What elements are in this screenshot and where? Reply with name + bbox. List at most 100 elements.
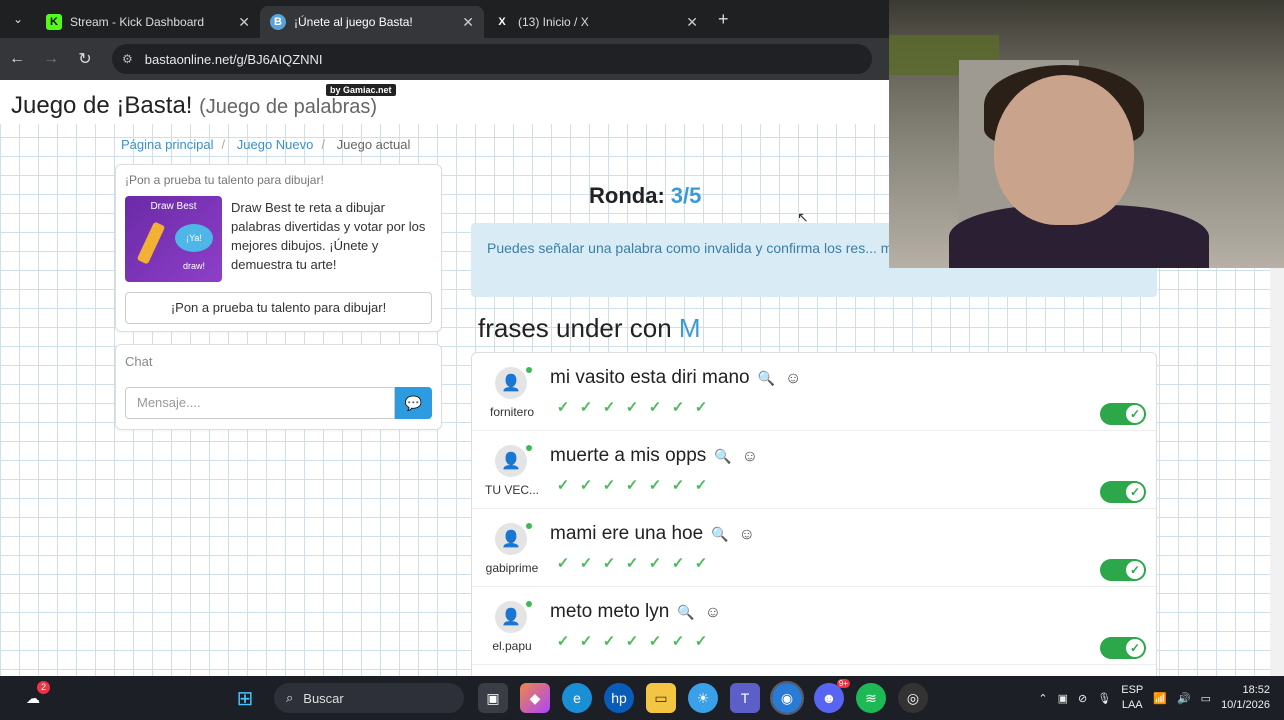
promo-heading: ¡Pon a prueba tu talento para dibujar! <box>125 173 324 187</box>
search-label: Buscar <box>303 690 344 706</box>
taskbar: ☁ 2 ⊞ ⌕ Buscar ▣ ◆ e hp ▭ ☀ T ◉ ☻ 9+ ≋ ◎ ⌃ … <box>0 676 1284 720</box>
search-icon: ⌕ <box>286 690 294 705</box>
add-reaction-icon[interactable]: ☺ <box>739 526 755 543</box>
add-reaction-icon[interactable]: ☺ <box>705 604 721 621</box>
valid-toggle[interactable]: ✓ <box>1100 481 1146 503</box>
check-icon: ✓ <box>671 477 685 494</box>
tab-x[interactable]: X (13) Inicio / X ✕ <box>484 6 708 38</box>
close-tab-icon[interactable]: ✕ <box>462 14 474 31</box>
send-message-button[interactable]: 💬 <box>395 387 432 419</box>
reload-icon[interactable]: ↻ <box>68 49 102 69</box>
answer-phrase: meto meto lyn 🔍 ☺ <box>550 601 721 623</box>
check-icon: ✓ <box>579 399 593 416</box>
obs-icon[interactable]: ◎ <box>898 683 928 713</box>
search-icon[interactable]: 🔍 <box>758 370 775 386</box>
weather-app-icon[interactable]: ☀ <box>688 683 718 713</box>
promo-panel: ¡Pon a prueba tu talento para dibujar! D… <box>115 164 442 332</box>
username: el.papu <box>492 639 532 653</box>
tab-basta[interactable]: B ¡Únete al juego Basta! ✕ <box>260 6 484 38</box>
check-icon: ✓ <box>625 555 639 572</box>
forward-icon[interactable]: → <box>34 50 68 68</box>
chevron-up-icon[interactable]: ⌃ <box>1038 692 1047 705</box>
username: fornitero <box>489 405 535 419</box>
chat-panel: Chat Mensaje.... 💬 <box>115 344 442 430</box>
check-icon: ✓ <box>556 555 570 572</box>
user-avatar-icon: 👤 <box>495 601 527 633</box>
check-icon: ✓ <box>648 477 662 494</box>
search-icon[interactable]: 🔍 <box>677 604 694 620</box>
breadcrumb-new-game[interactable]: Juego Nuevo <box>237 137 314 152</box>
discord-icon[interactable]: ☻ 9+ <box>814 679 850 713</box>
file-explorer-icon[interactable]: ▭ <box>646 683 676 713</box>
promo-image-title: Draw Best <box>150 201 197 212</box>
list-item: 👤 TU VEC... muerte a mis opps 🔍 ☺ ✓ ✓ ✓ ✓ ✓ ✓ ✓ … <box>472 431 1156 509</box>
clock-time: 18:52 <box>1242 684 1270 696</box>
clock[interactable]: 18:52 10/1/2026 <box>1221 683 1270 713</box>
wifi-icon[interactable]: 📶 <box>1153 692 1167 705</box>
vote-checks: ✓ ✓ ✓ ✓ ✓ ✓ ✓ <box>554 633 710 651</box>
check-icon: ✓ <box>1126 561 1144 579</box>
microphone-icon[interactable]: 🎙 <box>1097 692 1111 705</box>
tray-eye-icon[interactable]: ⊘ <box>1078 692 1087 705</box>
close-tab-icon[interactable]: ✕ <box>238 14 250 31</box>
url-field[interactable]: ⚙ bastaonline.net/g/BJ6AIQZNNI <box>112 44 872 74</box>
phrase-text: mami ere una hoe <box>550 523 704 544</box>
category-text: frases under con <box>478 313 672 343</box>
search-icon[interactable]: 🔍 <box>711 526 728 542</box>
tab-search-icon[interactable]: ⌄ <box>0 0 36 38</box>
user-avatar-icon: 👤 <box>495 445 527 477</box>
system-tray: ⌃ ▣ ⊘ 🎙 ESP LAA 📶 🔊 ▭ 18:52 10/1/2026 <box>1038 676 1270 720</box>
spotify-icon[interactable]: ≋ <box>856 683 886 713</box>
taskbar-search[interactable]: ⌕ Buscar <box>274 683 464 713</box>
promo-button[interactable]: ¡Pon a prueba tu talento para dibujar! <box>125 292 432 324</box>
teams-icon[interactable]: T <box>730 683 760 713</box>
chat-message-input[interactable]: Mensaje.... <box>125 387 395 419</box>
breadcrumb-home[interactable]: Página principal <box>121 137 214 152</box>
check-icon: ✓ <box>579 477 593 494</box>
vote-checks: ✓ ✓ ✓ ✓ ✓ ✓ ✓ <box>554 399 710 417</box>
language-code: ESP <box>1121 684 1144 696</box>
tab-kick[interactable]: K Stream - Kick Dashboard ✕ <box>36 6 260 38</box>
brush-icon <box>136 221 166 265</box>
edge-icon[interactable]: e <box>562 683 592 713</box>
category-heading: frases under con M <box>478 313 701 344</box>
x-icon: X <box>498 16 506 28</box>
vote-checks: ✓ ✓ ✓ ✓ ✓ ✓ ✓ <box>554 555 710 573</box>
vote-checks: ✓ ✓ ✓ ✓ ✓ ✓ ✓ <box>554 477 710 495</box>
search-icon[interactable]: 🔍 <box>714 448 731 464</box>
url-text: bastaonline.net/g/BJ6AIQZNNI <box>144 51 323 67</box>
language-indicator[interactable]: ESP LAA <box>1121 683 1143 713</box>
back-icon[interactable]: ← <box>0 50 34 68</box>
hp-icon[interactable]: hp <box>604 683 634 713</box>
tab-title: ¡Únete al juego Basta! <box>294 15 413 29</box>
windows-start-icon[interactable]: ⊞ <box>230 683 260 713</box>
site-info-icon[interactable]: ⚙ <box>122 52 133 66</box>
add-reaction-icon[interactable]: ☺ <box>742 448 758 465</box>
battery-icon[interactable]: ▭ <box>1201 692 1211 705</box>
check-icon: ✓ <box>671 633 685 650</box>
byline-badge[interactable]: by Gamiac.net <box>326 84 396 96</box>
task-view-icon[interactable]: ▣ <box>478 683 508 713</box>
add-reaction-icon[interactable]: ☺ <box>785 370 801 387</box>
volume-icon[interactable]: 🔊 <box>1177 692 1191 705</box>
tab-title: Stream - Kick Dashboard <box>70 15 205 29</box>
promo-image[interactable]: Draw Best ¡Ya! draw! <box>125 196 222 282</box>
check-icon: ✓ <box>694 633 708 650</box>
chrome-icon[interactable]: ◉ <box>770 681 804 715</box>
new-tab-icon[interactable]: + <box>718 9 729 30</box>
tray-app-icon[interactable]: ▣ <box>1058 692 1068 705</box>
list-item: 👤 el.papu meto meto lyn 🔍 ☺ ✓ ✓ ✓ ✓ ✓ ✓ ✓ ✓ <box>472 587 1156 665</box>
webcam-overlay <box>889 0 1284 268</box>
check-icon: ✓ <box>671 555 685 572</box>
user-avatar-icon: 👤 <box>495 523 527 555</box>
check-icon: ✓ <box>625 477 639 494</box>
check-icon: ✓ <box>648 633 662 650</box>
copilot-icon[interactable]: ◆ <box>520 683 550 713</box>
valid-toggle[interactable]: ✓ <box>1100 403 1146 425</box>
valid-toggle[interactable]: ✓ <box>1100 559 1146 581</box>
valid-toggle[interactable]: ✓ <box>1100 637 1146 659</box>
close-tab-icon[interactable]: ✕ <box>686 14 698 31</box>
weather-widget-icon[interactable]: ☁ 2 <box>18 681 50 713</box>
username: TU VEC... <box>484 483 539 497</box>
phrase-text: muerte a mis opps <box>550 445 707 466</box>
